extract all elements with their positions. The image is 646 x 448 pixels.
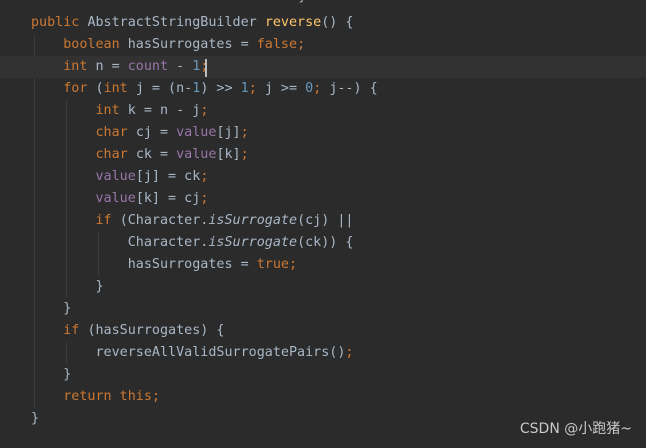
code-token: isSurrogate	[208, 235, 298, 250]
code-line[interactable]: char ck = value[k];	[0, 144, 646, 166]
code-line[interactable]: char cj = value[j];	[0, 122, 646, 144]
code-token: [j] = ck	[135, 169, 201, 184]
code-line[interactable]: if (hasSurrogates) {	[0, 320, 646, 342]
code-token: }	[31, 279, 104, 294]
code-token: value	[176, 147, 217, 162]
code-token: ck =	[135, 147, 177, 162]
code-token: for	[31, 81, 96, 96]
code-token: char	[31, 147, 136, 162]
code-token: 1	[240, 81, 249, 96]
code-token: Character.	[31, 235, 209, 250]
code-token: (hasSurrogates) {	[87, 323, 225, 338]
code-line[interactable]: value[k] = cj;	[0, 188, 646, 210]
code-line[interactable]: return this;	[0, 386, 646, 408]
code-token: reverseAllValidSurrogatePairs()	[31, 345, 346, 360]
code-token: j >=	[264, 81, 306, 96]
code-token: public	[31, 15, 88, 30]
code-line[interactable]: }	[0, 298, 646, 320]
code-token: -	[168, 59, 193, 74]
code-token: 0	[305, 81, 314, 96]
code-token: ;	[240, 125, 249, 140]
code-token: }	[31, 301, 72, 316]
code-token: (	[95, 81, 104, 96]
code-line[interactable]: value[j] = ck;	[0, 166, 646, 188]
text-cursor	[205, 59, 207, 77]
code-line-fragment: }	[0, 0, 306, 8]
code-token: j = (n-	[135, 81, 193, 96]
code-line[interactable]: int k = n - j;	[0, 100, 646, 122]
code-token: [k]	[216, 147, 241, 162]
code-token: true	[256, 257, 289, 272]
code-token: [k] = cj	[135, 191, 201, 206]
code-token: int	[31, 59, 96, 74]
code-token: if	[31, 323, 88, 338]
code-token: hasSurrogates =	[127, 37, 257, 52]
code-token: (Character.	[119, 213, 209, 228]
code-token: ;	[345, 345, 354, 360]
code-token: n =	[95, 59, 128, 74]
code-token: k = n - j	[127, 103, 201, 118]
code-token: ;	[200, 169, 209, 184]
watermark: CSDN @小跑猪~	[519, 421, 632, 437]
code-token: [j]	[216, 125, 241, 140]
code-token: count	[127, 59, 169, 74]
code-line[interactable]: if (Character.isSurrogate(cj) ||	[0, 210, 646, 232]
code-token: isSurrogate	[208, 213, 298, 228]
code-token: }	[31, 367, 72, 382]
code-token: int	[31, 103, 128, 118]
code-line[interactable]: }	[0, 364, 646, 386]
code-line[interactable]: hasSurrogates = true;	[0, 254, 646, 276]
code-line[interactable]: }	[0, 276, 646, 298]
code-line[interactable]: for (int j = (n-1) >> 1; j >= 0; j--) {	[0, 78, 646, 100]
code-token: () {	[321, 15, 354, 30]
code-editor[interactable]: } public AbstractStringBuilder reverse()…	[0, 0, 646, 448]
code-line[interactable]: int n = count - 1;	[0, 56, 646, 78]
code-token: AbstractStringBuilder	[87, 15, 265, 30]
code-line[interactable]: public AbstractStringBuilder reverse() {	[0, 12, 646, 34]
code-token: value	[176, 125, 217, 140]
code-token: }	[31, 411, 40, 426]
code-token: reverse	[264, 15, 322, 30]
code-token: ;	[248, 81, 265, 96]
code-token: value	[95, 191, 136, 206]
code-token: j--) {	[329, 81, 378, 96]
code-token: ;	[240, 147, 249, 162]
code-token: cj =	[135, 125, 177, 140]
code-token: if	[31, 213, 120, 228]
code-token: ) >>	[200, 81, 241, 96]
code-token: value	[95, 169, 136, 184]
code-token: (ck)) {	[297, 235, 354, 250]
code-token: ;	[200, 191, 209, 206]
code-token: (cj) ||	[297, 213, 354, 228]
code-token: false	[256, 37, 298, 52]
code-line[interactable]: Character.isSurrogate(ck)) {	[0, 232, 646, 254]
code-token: ;	[313, 81, 330, 96]
code-token: ;	[297, 37, 306, 52]
code-token: ;	[151, 389, 160, 404]
code-line[interactable]: reverseAllValidSurrogatePairs();	[0, 342, 646, 364]
code-line[interactable]: boolean hasSurrogates = false;	[0, 34, 646, 56]
code-token: ;	[200, 103, 209, 118]
code-token: int	[103, 81, 136, 96]
code-token: ;	[288, 257, 298, 272]
code-token: char	[31, 125, 136, 140]
code-token: return this	[31, 389, 152, 404]
code-token: boolean	[31, 37, 128, 52]
code-token: hasSurrogates =	[31, 257, 257, 272]
